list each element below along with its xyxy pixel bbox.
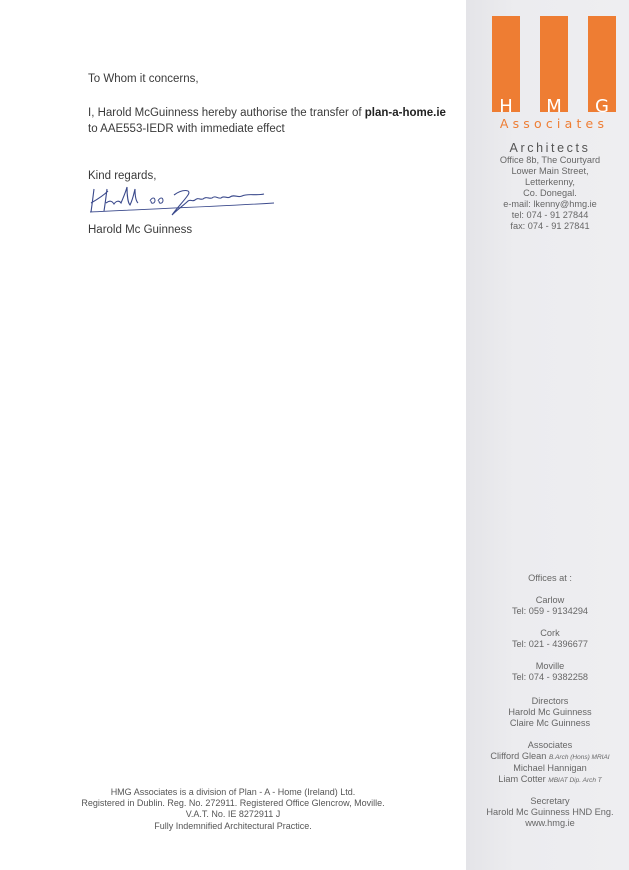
domain-name: plan-a-home.ie (364, 107, 446, 119)
practice-title: Architects (509, 141, 591, 155)
handwritten-signature (89, 186, 275, 216)
footer-line: Registered in Dublin. Reg. No. 272911. R… (81, 798, 385, 809)
authorisation-line-2: to AAE553-IEDR with immediate effect (88, 123, 285, 135)
footer-line: Fully Indemnified Architectural Practice… (154, 820, 312, 831)
footer: HMG Associates is a division of Plan - A… (60, 787, 406, 832)
footer-line: HMG Associates is a division of Plan - A… (110, 787, 356, 797)
associate-name: Clifford Glean (490, 751, 547, 761)
tel-line: tel: 074 - 91 27844 (511, 210, 589, 220)
associate-name: Liam Cotter (498, 774, 546, 784)
associates-heading: Associates (527, 740, 573, 750)
office-moville: Moville Tel: 074 - 9382258 (470, 661, 629, 683)
office-name: Moville (535, 661, 565, 671)
associate-quals: B.Arch (Hons) MRIAI (548, 754, 610, 761)
associate-entry: Michael Hannigan (470, 763, 629, 774)
address-line: Lower Main Street, (511, 166, 589, 176)
letter-page: To Whom it concerns, I, Harold McGuinnes… (0, 0, 466, 870)
secretary-heading: Secretary (530, 796, 570, 806)
logo-letter-m: M (546, 96, 562, 117)
footer-line: V.A.T. No. IE 8272911 J (185, 809, 281, 820)
address-line: Co. Donegal. (523, 188, 577, 198)
offices-heading: Offices at : (528, 573, 572, 583)
greeting: To Whom it concerns, (88, 73, 199, 85)
office-name: Cork (540, 628, 560, 638)
email-line: e-mail: lkenny@hmg.ie (503, 199, 597, 209)
authorisation-text: I, Harold McGuinness hereby authorise th… (88, 107, 365, 119)
authorisation-line-1: I, Harold McGuinness hereby authorise th… (88, 107, 446, 119)
logo-letter-g: G (595, 96, 609, 117)
hmg-logo: H M G Associates (492, 16, 616, 131)
associates-block: Associates Clifford Glean B.Arch (Hons) … (470, 740, 629, 786)
office-cork: Cork Tel: 021 - 4396677 (470, 628, 629, 650)
director-name: Claire Mc Guinness (509, 718, 591, 728)
logo-letter-h: H (499, 96, 513, 117)
secretary-block: Secretary Harold Mc Guinness HND Eng. ww… (470, 796, 629, 829)
address-line: Office 8b, The Courtyard (499, 155, 601, 165)
logo-subtitle: Associates (499, 116, 609, 131)
office-tel: Tel: 059 - 9134294 (511, 606, 589, 616)
address-line: Letterkenny, (525, 177, 575, 187)
associate-entry: Liam Cotter MBIAT Dip. Arch T (470, 774, 629, 786)
directors-heading: Directors (531, 696, 569, 706)
associate-entry: Clifford Glean B.Arch (Hons) MRIAI (470, 751, 629, 763)
director-name: Harold Mc Guinness (508, 707, 592, 717)
associate-name: Michael Hannigan (513, 763, 587, 773)
signatory-name: Harold Mc Guinness (88, 224, 193, 236)
associate-quals: MBIAT Dip. Arch T (548, 777, 602, 784)
office-tel: Tel: 074 - 9382258 (511, 672, 589, 682)
directors-block: Directors Harold Mc Guinness Claire Mc G… (470, 696, 629, 729)
website-url: www.hmg.ie (525, 818, 575, 828)
fax-line: fax: 074 - 91 27841 (510, 221, 590, 231)
secretary-name: Harold Mc Guinness HND Eng. (486, 807, 614, 817)
office-name: Carlow (535, 595, 565, 605)
office-carlow: Carlow Tel: 059 - 9134294 (470, 595, 629, 617)
contact-block: Architects Office 8b, The Courtyard Lowe… (470, 141, 629, 232)
office-tel: Tel: 021 - 4396677 (511, 639, 589, 649)
